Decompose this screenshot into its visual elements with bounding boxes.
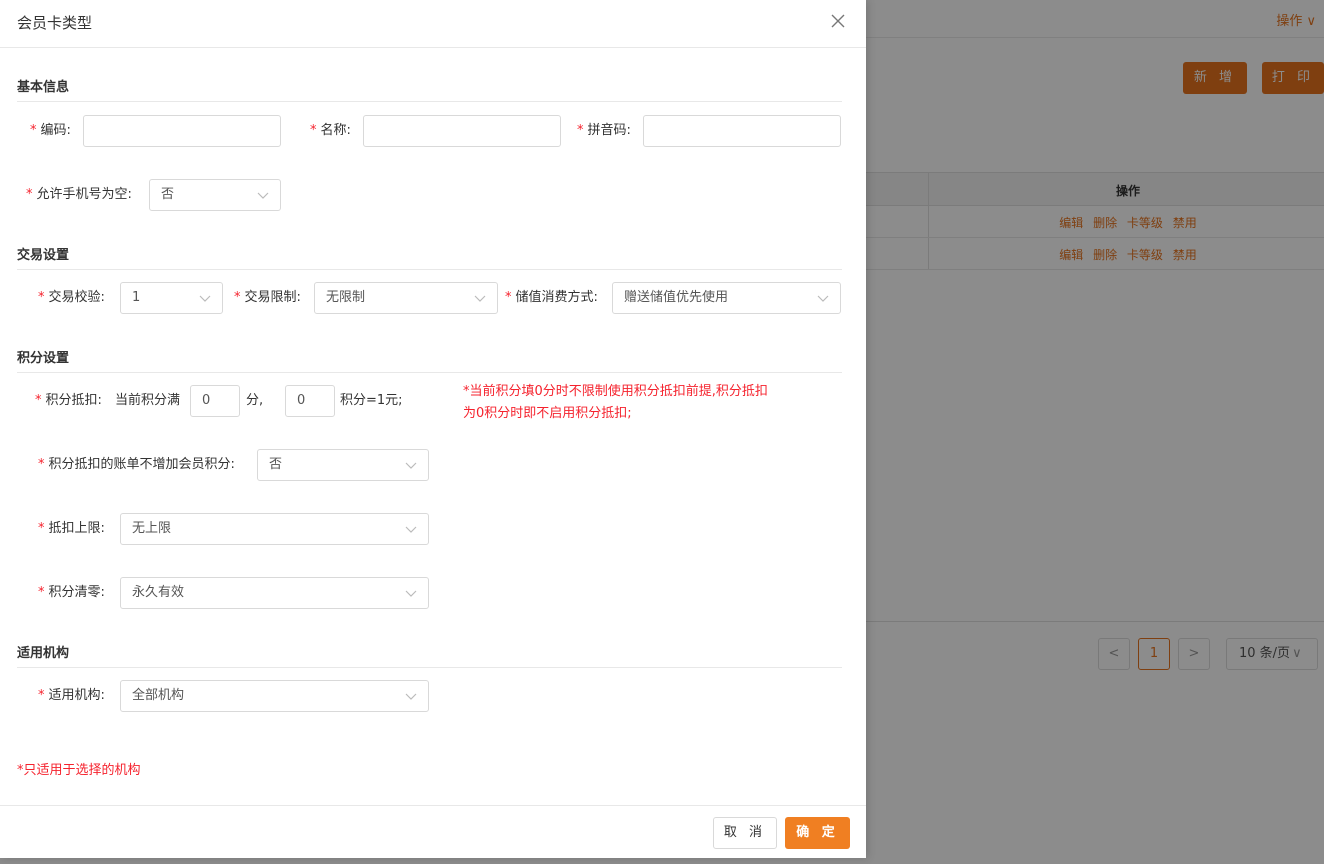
required-mark: * — [38, 585, 45, 600]
points-rate-suffix: 积分=1元; — [340, 393, 403, 408]
points-unit-text: 分, — [246, 393, 264, 408]
org-note: *只适用于选择的机构 — [17, 763, 141, 778]
points-deduct-prefix: 当前积分满 — [115, 393, 181, 408]
required-mark: * — [38, 457, 45, 472]
drawer-title: 会员卡类型 — [17, 14, 93, 32]
close-icon[interactable] — [829, 12, 847, 30]
allow-empty-phone-value: 否 — [161, 187, 175, 202]
code-label: * 编码: — [30, 123, 71, 138]
chevron-down-icon — [817, 295, 829, 302]
org-label: * 适用机构: — [38, 688, 105, 703]
points-clear-value: 永久有效 — [132, 585, 185, 600]
deduct-limit-value: 无上限 — [132, 521, 172, 536]
required-mark: * — [30, 123, 37, 138]
code-input[interactable] — [83, 115, 281, 147]
drawer-header: 会员卡类型 — [0, 0, 866, 48]
points-deduct-label: * 积分抵扣: — [35, 393, 102, 408]
trade-verify-value: 1 — [132, 290, 141, 305]
deduct-limit-label: * 抵扣上限: — [38, 521, 105, 536]
points-threshold-input[interactable]: 0 — [190, 385, 240, 417]
chevron-down-icon — [405, 590, 417, 597]
section-trade-settings: 交易设置 — [17, 240, 842, 270]
trade-limit-select[interactable]: 无限制 — [314, 282, 498, 314]
trade-verify-select[interactable]: 1 — [120, 282, 223, 314]
allow-empty-phone-label: * 允许手机号为空: — [26, 187, 132, 202]
member-card-type-drawer: 会员卡类型 基本信息 * 编码: * 名称: * 拼音码: * 允许手机号为空: 否 交… — [0, 0, 866, 858]
points-note-line2: 为0积分时即不启用积分抵扣; — [463, 406, 632, 421]
pinyin-label: * 拼音码: — [577, 123, 631, 138]
cancel-button[interactable]: 取 消 — [713, 817, 777, 849]
required-mark: * — [38, 521, 45, 536]
org-value: 全部机构 — [132, 688, 185, 703]
section-points-settings: 积分设置 — [17, 343, 842, 373]
required-mark: * — [38, 290, 45, 305]
chevron-down-icon — [405, 526, 417, 533]
allow-empty-phone-select[interactable]: 否 — [149, 179, 281, 211]
no-add-points-label: * 积分抵扣的账单不增加会员积分: — [38, 457, 235, 472]
points-clear-label: * 积分清零: — [38, 585, 105, 600]
required-mark: * — [577, 123, 584, 138]
drawer-footer: 取 消 确 定 — [0, 805, 866, 858]
trade-limit-label: * 交易限制: — [234, 290, 301, 305]
confirm-button[interactable]: 确 定 — [785, 817, 850, 849]
trade-verify-label: * 交易校验: — [38, 290, 105, 305]
deduct-limit-select[interactable]: 无上限 — [120, 513, 429, 545]
required-mark: * — [234, 290, 241, 305]
points-rate-input[interactable]: 0 — [285, 385, 335, 417]
section-basic-info: 基本信息 — [17, 72, 842, 102]
chevron-down-icon — [405, 462, 417, 469]
name-label: * 名称: — [310, 123, 351, 138]
trade-limit-value: 无限制 — [326, 290, 366, 305]
chevron-down-icon — [474, 295, 486, 302]
required-mark: * — [505, 290, 512, 305]
stored-consume-label: * 储值消费方式: — [505, 290, 598, 305]
stored-consume-value: 赠送储值优先使用 — [624, 290, 729, 305]
no-add-points-select[interactable]: 否 — [257, 449, 429, 481]
no-add-points-value: 否 — [269, 457, 283, 472]
name-input[interactable] — [363, 115, 561, 147]
points-note-line1: *当前积分填0分时不限制使用积分抵扣前提,积分抵扣 — [463, 384, 768, 399]
chevron-down-icon — [405, 693, 417, 700]
stored-consume-select[interactable]: 赠送储值优先使用 — [612, 282, 841, 314]
chevron-down-icon — [257, 192, 269, 199]
required-mark: * — [38, 688, 45, 703]
org-select[interactable]: 全部机构 — [120, 680, 429, 712]
pinyin-input[interactable] — [643, 115, 841, 147]
required-mark: * — [35, 393, 42, 408]
section-applicable-orgs: 适用机构 — [17, 638, 842, 668]
points-clear-select[interactable]: 永久有效 — [120, 577, 429, 609]
required-mark: * — [310, 123, 317, 138]
required-mark: * — [26, 187, 33, 202]
chevron-down-icon — [199, 295, 211, 302]
